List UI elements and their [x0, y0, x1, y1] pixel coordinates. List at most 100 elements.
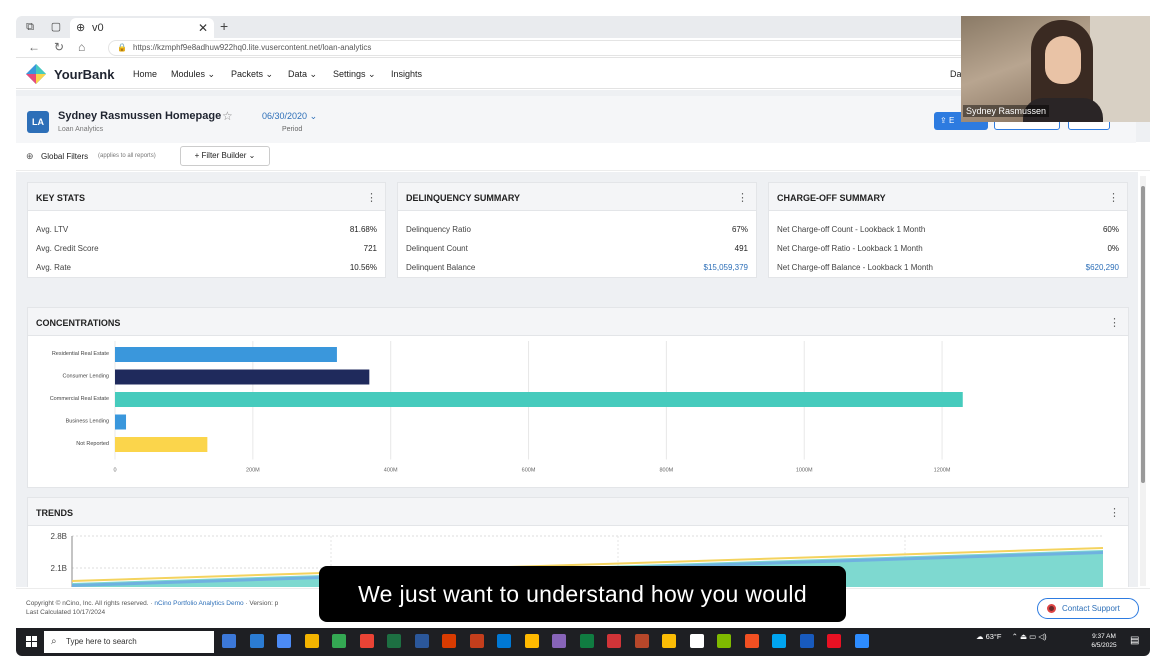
taskbar-app-icon[interactable] — [469, 634, 484, 648]
nav-right-item[interactable]: Da — [950, 69, 962, 79]
webcam-overlay: Sydney Rasmussen — [961, 16, 1150, 122]
refresh-icon[interactable]: ↻ — [54, 40, 64, 54]
windows-start-icon[interactable] — [26, 636, 38, 648]
taskbar-app-icon[interactable] — [552, 634, 566, 648]
subtitle-caption: We just want to understand how you would — [319, 566, 846, 622]
contact-support-button[interactable]: Contact Support — [1037, 598, 1139, 619]
globe-icon: ⊕ — [76, 22, 86, 34]
taskbar-app-icon[interactable] — [689, 634, 704, 648]
card-header: DELINQUENCY SUMMARY ⋮ — [398, 183, 756, 211]
chevron-down-icon: ⌄ — [368, 69, 376, 79]
key-stats-card: KEY STATS ⋮ Avg. LTV 81.68% Avg. Credit S… — [27, 182, 386, 278]
concentrations-bar-chart: 0 200M 400M 600M 800M 1000M 1200M Residential R… — [50, 341, 963, 474]
taskbar-app-icon[interactable] — [744, 634, 759, 648]
stat-row: Avg. Credit Score 721 — [36, 244, 377, 253]
taskbar-app-icon[interactable] — [717, 634, 731, 648]
taskbar-app-icon[interactable] — [799, 634, 814, 648]
nav-modules[interactable]: Modules ⌄ — [171, 69, 215, 80]
demo-link[interactable]: nCino Portfolio Analytics Demo — [154, 600, 243, 607]
chevron-down-icon: ⌄ — [248, 151, 256, 160]
taskbar-app-icon[interactable] — [854, 634, 869, 648]
taskbar-app-icon[interactable] — [332, 634, 346, 648]
y-tick-label: 2.8B — [51, 532, 67, 541]
taskbar-app-icon[interactable] — [222, 634, 236, 648]
new-tab-icon[interactable]: + — [220, 18, 228, 34]
taskbar-app-icon[interactable] — [442, 634, 456, 648]
page-subtitle: Loan Analytics — [58, 126, 104, 133]
tray-icons[interactable]: ⌃ ⏏ ▭ ◁) — [1012, 632, 1047, 641]
page-title: Sydney Rasmussen Homepage — [58, 110, 222, 122]
taskbar-app-icon[interactable] — [414, 634, 429, 648]
taskbar-app-icon[interactable] — [772, 634, 786, 648]
x-tick-label: 600M — [522, 468, 536, 474]
url-field[interactable]: 🔒 https://kzmphf9e8adhuw922hq0.lite.vuse… — [108, 40, 968, 56]
favorite-star-icon[interactable]: ☆ — [222, 109, 233, 123]
stat-row: Net Charge-off Ratio - Lookback 1 Month 0… — [777, 244, 1119, 253]
concentrations-card: CONCENTRATIONS ⋮ 0 200M 400M 600M 800M 1000M 1… — [27, 307, 1129, 488]
taskbar-app-icon[interactable] — [304, 634, 319, 648]
taskbar-app-icon[interactable] — [497, 634, 511, 648]
stat-row: Delinquent Count 491 — [406, 244, 748, 253]
taskbar-app-icon[interactable] — [359, 634, 374, 648]
notifications-icon[interactable]: ▤ — [1130, 635, 1139, 646]
card-header: KEY STATS ⋮ — [28, 183, 385, 211]
card-title: TRENDS — [36, 508, 74, 518]
nav-home[interactable]: Home — [133, 69, 157, 79]
chevron-down-icon: ⌄ — [309, 111, 318, 121]
card-title: KEY STATS — [36, 193, 86, 203]
yourbank-logo[interactable] — [26, 64, 46, 84]
workspaces-icon[interactable]: ⧉ — [22, 19, 38, 35]
bar — [115, 414, 127, 430]
weather-icon[interactable]: ☁ — [976, 632, 984, 641]
participant-name: Sydney Rasmussen — [963, 105, 1050, 117]
global-filters-label[interactable]: Global Filters — [41, 152, 88, 161]
windows-taskbar: ⌕ Type here to search ☁ 63°F ⌃ ⏏ ▭ ◁) 9:… — [16, 628, 1150, 656]
support-icon — [1047, 604, 1056, 613]
search-icon: ⌕ — [51, 636, 57, 647]
more-options-icon[interactable]: ⋮ — [366, 191, 377, 204]
chevron-down-icon: ⌄ — [207, 69, 216, 79]
bar — [115, 437, 208, 452]
more-options-icon[interactable]: ⋮ — [1109, 316, 1120, 329]
category-label: Not Reported — [76, 441, 109, 447]
taskbar-app-icon[interactable] — [662, 634, 676, 648]
more-options-icon[interactable]: ⋮ — [1109, 506, 1120, 519]
card-title: DELINQUENCY SUMMARY — [406, 193, 521, 203]
card-header: TRENDS ⋮ — [28, 498, 1128, 526]
taskbar-app-icon[interactable] — [827, 634, 841, 648]
tab-actions-icon[interactable]: ▢ — [48, 19, 64, 35]
period-selector[interactable]: 06/30/2020 ⌄ — [262, 111, 317, 122]
nav-insights[interactable]: Insights — [391, 69, 422, 79]
nav-settings[interactable]: Settings ⌄ — [333, 69, 376, 80]
taskbar-app-icon[interactable] — [387, 634, 401, 648]
taskbar-app-icon[interactable] — [607, 634, 621, 648]
global-filters-note: (applies to all reports) — [98, 153, 156, 159]
x-tick-label: 800M — [660, 468, 674, 474]
bar — [115, 347, 337, 362]
delinquent-balance-link[interactable]: $15,059,379 — [704, 263, 749, 272]
back-icon[interactable]: ← — [28, 40, 40, 54]
bar — [115, 392, 963, 407]
scrollbar-thumb[interactable] — [1141, 186, 1145, 483]
taskbar-app-icon[interactable] — [634, 634, 649, 648]
charge-off-balance-link[interactable]: $620,290 — [1086, 263, 1119, 272]
taskbar-clock[interactable]: 9:37 AM 6/5/2025 — [1084, 632, 1124, 650]
taskbar-search-input[interactable]: ⌕ Type here to search — [44, 631, 214, 653]
taskbar-app-icon[interactable] — [579, 634, 594, 648]
home-icon[interactable]: ⌂ — [78, 40, 85, 54]
taskbar-app-icon[interactable] — [249, 634, 264, 648]
nav-packets[interactable]: Packets ⌄ — [231, 69, 273, 80]
copyright-text: Copyright © nCino, Inc. All rights reser… — [26, 600, 279, 607]
globe-icon: ⊕ — [26, 151, 34, 161]
brand-name: YourBank — [54, 67, 115, 82]
taskbar-app-icon[interactable] — [524, 634, 539, 648]
nav-data[interactable]: Data ⌄ — [288, 69, 317, 80]
taskbar-app-icon[interactable] — [277, 634, 291, 648]
filter-builder-button[interactable]: + Filter Builder ⌄ — [180, 146, 270, 166]
chevron-down-icon: ⌄ — [309, 69, 318, 79]
browser-tab[interactable]: ⊕ v0 ✕ — [70, 18, 214, 38]
more-options-icon[interactable]: ⋮ — [1108, 191, 1119, 204]
weather-temp: 63°F — [985, 632, 1002, 641]
close-tab-icon[interactable]: ✕ — [198, 18, 208, 38]
more-options-icon[interactable]: ⋮ — [737, 191, 748, 204]
